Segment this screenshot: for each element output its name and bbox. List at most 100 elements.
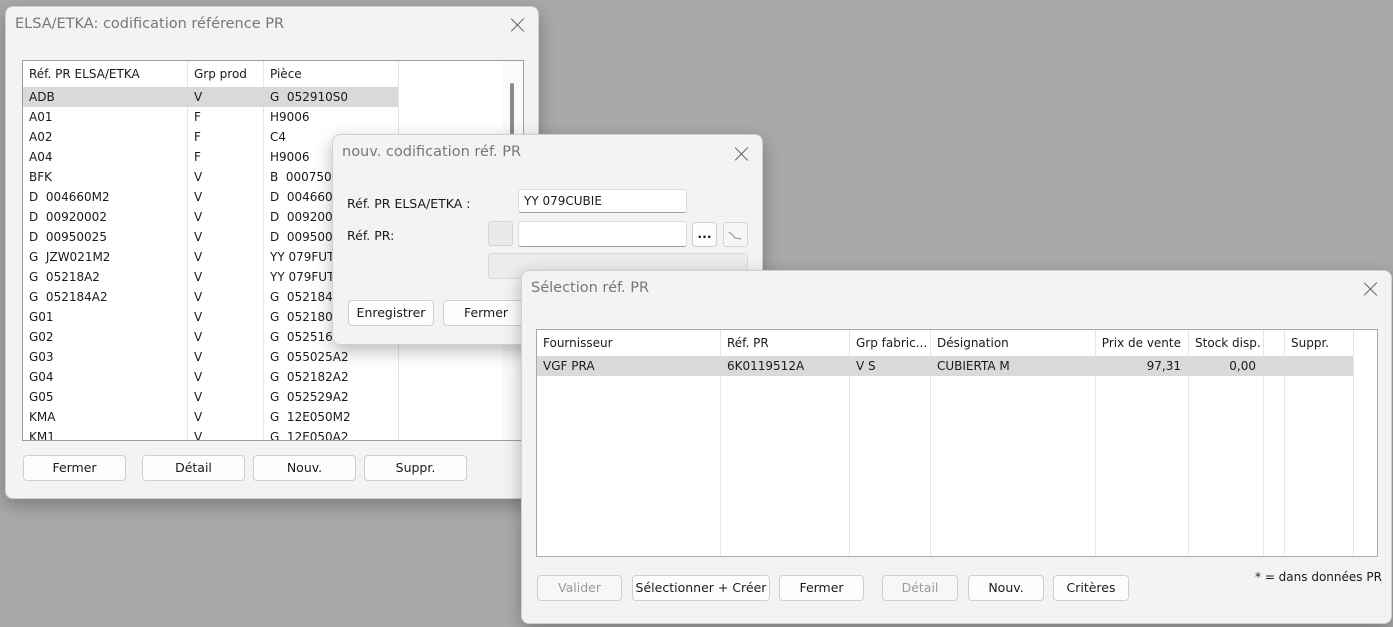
table-row[interactable]: VGF PRA 6K0119512A V S CUBIERTA M 97,31 0,00 <box>537 356 1353 376</box>
cell-piece: G 052529A2 <box>270 390 349 404</box>
cell-piece: G 12E050M2 <box>270 410 351 424</box>
cell-grp-prod: F <box>194 110 201 124</box>
cell-ref-elsa: D 00950025 <box>29 230 107 244</box>
criteria-button[interactable]: Critères <box>1053 575 1129 601</box>
ref-elsa-label: Réf. PR ELSA/ETKA : <box>347 196 471 211</box>
cell-grp-prod: V <box>194 410 203 424</box>
cell-grp-prod: V <box>194 270 203 284</box>
cell-piece: G 12E050A2 <box>270 430 349 441</box>
cell-ref-elsa: KMA <box>29 410 56 424</box>
list-item[interactable]: KMA V G 12E050M2 <box>23 407 398 427</box>
cell-grp-prod: V <box>194 90 203 104</box>
cell-ref-elsa: G05 <box>29 390 54 404</box>
close-icon[interactable] <box>734 146 750 162</box>
link-button[interactable] <box>723 222 748 247</box>
cell-grp-prod: F <box>194 150 201 164</box>
browse-button[interactable]: ... <box>692 222 717 247</box>
cell-grp-prod: V <box>194 250 203 264</box>
cell-ref-elsa: A01 <box>29 110 53 124</box>
list-item[interactable]: G04 V G 052182A2 <box>23 367 398 387</box>
cell-grp-prod: V <box>194 190 203 204</box>
list-header: Réf. PR ELSA/ETKA Grp prod Pièce <box>23 61 398 87</box>
selection-list[interactable]: Fournisseur Réf. PR Grp fabric... Désign… <box>536 329 1378 557</box>
dialog-title: Sélection réf. PR <box>531 280 650 296</box>
close-icon[interactable] <box>510 17 526 33</box>
cell-ref-elsa: G02 <box>29 330 54 344</box>
close-button[interactable]: Fermer <box>23 455 126 481</box>
save-button[interactable]: Enregistrer <box>348 300 434 326</box>
cell-stock: 0,00 <box>1229 359 1256 373</box>
dialog-title: nouv. codification réf. PR <box>342 144 522 160</box>
cell-grp-prod: V <box>194 170 203 184</box>
column-header-supplier[interactable]: Fournisseur <box>537 330 720 356</box>
cell-grp-prod: V <box>194 390 203 404</box>
cell-supplier: VGF PRA <box>543 359 595 373</box>
cell-ref-elsa: ADB <box>29 90 55 104</box>
dialog-title: ELSA/ETKA: codification référence PR <box>15 16 285 32</box>
list-item[interactable]: A01 F H9006 <box>23 107 398 127</box>
cell-piece: G 055025A2 <box>270 350 349 364</box>
ref-pr-input[interactable] <box>518 221 687 247</box>
new-button[interactable]: Nouv. <box>253 455 356 481</box>
delete-button[interactable]: Suppr. <box>364 455 467 481</box>
cell-ref-elsa: D 00920002 <box>29 210 107 224</box>
legend-note: * = dans données PR <box>1255 570 1382 584</box>
cell-grp-prod: V <box>194 350 203 364</box>
cell-piece: G 052910S0 <box>270 90 348 104</box>
cell-grp-prod: V <box>194 430 203 441</box>
cell-grp-prod: V <box>194 370 203 384</box>
list-item[interactable]: ADB V G 052910S0 <box>23 87 398 107</box>
cell-ref-elsa: KM1 <box>29 430 55 441</box>
detail-button[interactable]: Détail <box>142 455 245 481</box>
ref-elsa-input[interactable]: YY 079CUBIE <box>518 189 687 213</box>
cell-ref-elsa: A02 <box>29 130 53 144</box>
list-item[interactable]: G03 V G 055025A2 <box>23 347 398 367</box>
close-button[interactable]: Fermer <box>443 300 529 326</box>
cell-ref-elsa: BFK <box>29 170 53 184</box>
selection-dialog: Sélection réf. PR Fournisseur Réf. PR Gr… <box>521 270 1392 624</box>
select-create-button[interactable]: Sélectionner + Créer <box>632 575 770 601</box>
cell-ref-pr: 6K0119512A <box>727 359 805 373</box>
close-button[interactable]: Fermer <box>779 575 864 601</box>
cell-delete <box>1285 356 1353 376</box>
column-header-designation[interactable]: Désignation <box>931 330 1095 356</box>
ref-pr-prefix-box[interactable] <box>488 221 513 246</box>
cell-ref-elsa: G03 <box>29 350 54 364</box>
cell-ref-elsa: G 05218A2 <box>29 270 100 284</box>
column-header-blank[interactable] <box>1264 330 1284 356</box>
cell-blank <box>1264 356 1284 376</box>
cell-grp-prod: V <box>194 230 203 244</box>
column-header-piece[interactable]: Pièce <box>264 61 398 87</box>
link-icon <box>728 231 742 240</box>
column-header-ref-elsa[interactable]: Réf. PR ELSA/ETKA <box>23 61 187 87</box>
list-item[interactable]: KM1 V G 12E050A2 <box>23 427 398 441</box>
list-item[interactable]: G05 V G 052529A2 <box>23 387 398 407</box>
new-button[interactable]: Nouv. <box>968 575 1044 601</box>
ref-pr-label: Réf. PR: <box>347 228 395 243</box>
column-header-grp-prod[interactable]: Grp prod <box>188 61 263 87</box>
column-header-stock[interactable]: Stock disp. <box>1189 330 1263 356</box>
cell-piece: G 052182A2 <box>270 370 349 384</box>
cell-ref-elsa: G JZW021M2 <box>29 250 111 264</box>
cell-ref-elsa: G04 <box>29 370 54 384</box>
cell-ref-elsa: G01 <box>29 310 54 324</box>
column-header-ref-pr[interactable]: Réf. PR <box>721 330 849 356</box>
cell-grp-prod: F <box>194 130 201 144</box>
validate-button[interactable]: Valider <box>537 575 622 601</box>
detail-button[interactable]: Détail <box>882 575 958 601</box>
close-icon[interactable] <box>1363 281 1379 297</box>
column-header-grp-fabric[interactable]: Grp fabric... <box>850 330 930 356</box>
cell-ref-elsa: G 052184A2 <box>29 290 108 304</box>
cell-ref-elsa: D 004660M2 <box>29 190 110 204</box>
cell-grp-prod: V <box>194 330 203 344</box>
column-header-price[interactable]: Prix de vente <box>1096 330 1188 356</box>
column-header-delete[interactable]: Suppr. <box>1285 330 1353 356</box>
cell-grp-prod: V <box>194 210 203 224</box>
cell-price: 97,31 <box>1146 359 1181 373</box>
cell-grp-prod: V <box>194 310 203 324</box>
cell-designation: CUBIERTA M <box>937 359 1010 373</box>
cell-ref-elsa: A04 <box>29 150 53 164</box>
cell-piece: H9006 <box>270 110 310 124</box>
cell-grp-prod: V <box>194 290 203 304</box>
cell-grp-fabric: V S <box>856 359 876 373</box>
